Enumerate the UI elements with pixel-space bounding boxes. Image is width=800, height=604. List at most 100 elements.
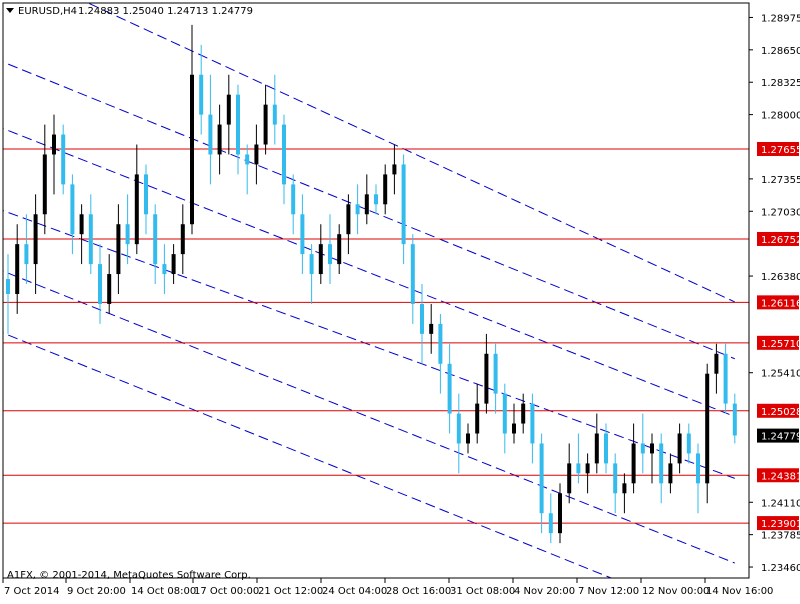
candle-body (530, 403, 535, 444)
x-tick-label: 31 Oct 08:00 (450, 586, 515, 597)
candle-body (567, 463, 572, 494)
plot-area[interactable] (0, 0, 749, 600)
candle (714, 343, 719, 394)
candle-body (6, 279, 10, 294)
candle (52, 114, 56, 195)
y-tick-label: 1.23460 (761, 563, 800, 574)
candle (631, 423, 636, 494)
candle-body (493, 353, 498, 394)
plot-border (2, 2, 750, 579)
candle-body (337, 234, 342, 265)
candle-body (456, 413, 461, 444)
candle (420, 284, 424, 364)
candle-body (484, 353, 489, 404)
candle-body (604, 433, 608, 464)
x-tick-label: 24 Oct 04:00 (322, 586, 387, 597)
chart-menu-triangle-icon[interactable] (6, 8, 14, 13)
candle (61, 124, 66, 195)
candle-body (199, 74, 204, 115)
candle (401, 154, 406, 265)
candle-body (714, 353, 719, 374)
level-price-label: 1.26116 (761, 298, 800, 309)
candle (24, 214, 29, 285)
candle (254, 124, 259, 185)
candle (346, 194, 351, 255)
candle (640, 413, 645, 474)
candle (686, 423, 691, 464)
candle-body (116, 224, 121, 275)
candle (236, 84, 240, 175)
candle-body (668, 463, 673, 484)
candle-body (576, 463, 581, 474)
candle (79, 204, 84, 265)
copyright-label: A1FX, © 2001-2014, MetaQuotes Software C… (7, 570, 251, 581)
chart-window[interactable]: 1.28975 1.28650 1.28325 1.28000 1.27355 1.270… (0, 0, 800, 600)
y-tick-label: 1.25410 (761, 369, 800, 380)
candle-body (622, 483, 627, 494)
candle-body (318, 244, 323, 275)
level-price-label: 1.24381 (761, 471, 800, 482)
candle (374, 184, 378, 215)
candle-body (705, 373, 710, 484)
candle-body (263, 104, 268, 145)
candle-body (594, 433, 599, 464)
candle-body (79, 214, 84, 235)
candle (521, 393, 526, 434)
y-tick-label: 1.23785 (761, 531, 800, 542)
candle-body (272, 104, 277, 125)
candle-body (208, 114, 213, 155)
x-tick-label: 4 Nov 20:00 (514, 586, 575, 597)
x-tick-label: 21 Oct 12:00 (258, 586, 323, 597)
candle (107, 254, 112, 314)
candle-body (475, 403, 480, 434)
candle (217, 104, 222, 175)
y-tick-label: 1.27355 (761, 175, 800, 186)
level-price-label: 1.25028 (761, 407, 800, 418)
candle (291, 174, 296, 235)
candle-body (650, 443, 654, 454)
candle-body (659, 443, 664, 484)
candle (705, 363, 710, 504)
candle (456, 393, 461, 474)
candle (328, 214, 332, 285)
candle (263, 84, 268, 155)
price-axis[interactable]: 1.28975 1.28650 1.28325 1.28000 1.27355 1.270… (749, 13, 800, 574)
candle (539, 433, 544, 534)
channel-line (3, 332, 613, 578)
candle (337, 224, 342, 275)
candle-body (374, 194, 378, 205)
y-tick-label: 1.27030 (761, 207, 800, 218)
candle-body (134, 174, 139, 245)
price-chart[interactable]: 1.28975 1.28650 1.28325 1.28000 1.27355 1.270… (0, 0, 800, 600)
candle (190, 24, 194, 235)
candle (659, 433, 664, 504)
candle-body (226, 94, 231, 125)
candle (447, 343, 452, 434)
candle-body (217, 124, 222, 155)
candle (42, 124, 47, 235)
candle-body (696, 453, 700, 484)
candle (282, 114, 286, 205)
candle (70, 174, 75, 255)
y-tick-label: 1.28650 (761, 46, 800, 57)
candle (98, 244, 102, 324)
candle-body (282, 124, 286, 185)
candle (512, 403, 516, 444)
candle (383, 164, 388, 215)
candle (493, 343, 498, 414)
candle-body (309, 254, 314, 275)
candle (88, 194, 93, 275)
candle (318, 224, 323, 285)
candle (650, 433, 654, 484)
level-price-label: 1.26752 (761, 235, 800, 246)
candle (484, 333, 489, 414)
symbol-label: EURUSD,H4 (18, 6, 77, 17)
candle-body (686, 433, 691, 454)
candle (134, 144, 139, 255)
candle (502, 383, 507, 454)
candle (116, 204, 121, 294)
candle-body (245, 154, 250, 165)
channel-line (86, 3, 736, 303)
channel-line (3, 270, 735, 564)
x-tick-label: 14 Nov 16:00 (706, 586, 773, 597)
